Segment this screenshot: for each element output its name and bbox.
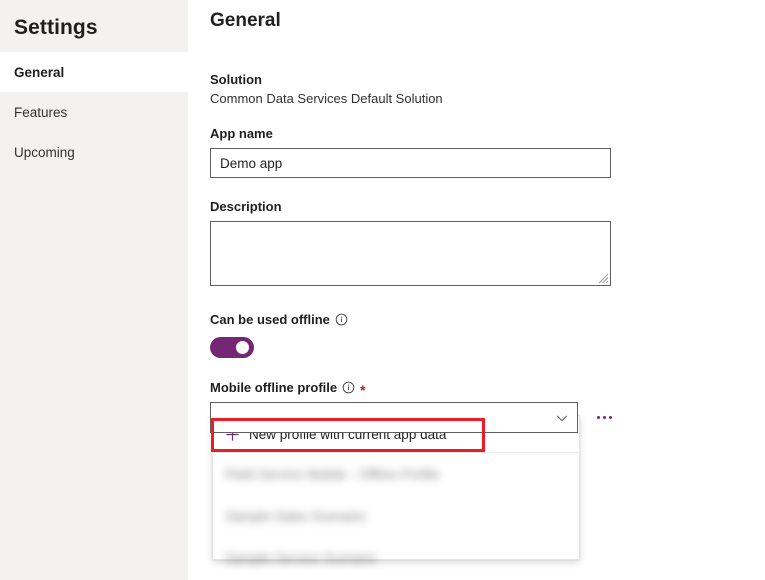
ellipsis-dot <box>603 416 606 419</box>
solution-value: Common Data Services Default Solution <box>210 91 765 106</box>
solution-field-group: Solution Common Data Services Default So… <box>210 72 765 106</box>
mobile-offline-profile-combo-row <box>210 402 765 433</box>
dropdown-item-label: Sample Service Scenario <box>225 551 377 566</box>
settings-page: Settings General Features Upcoming Gener… <box>0 0 765 580</box>
description-label-text: Description <box>210 199 282 214</box>
description-input-wrapper <box>210 221 611 286</box>
can-be-used-offline-label-text: Can be used offline <box>210 312 330 327</box>
can-be-used-offline-label: Can be used offline <box>210 312 765 327</box>
sidebar-item-label: Upcoming <box>14 145 75 160</box>
info-circle-icon[interactable] <box>342 381 355 394</box>
toggle-knob <box>236 341 249 354</box>
mobile-offline-profile-combobox[interactable] <box>210 402 578 433</box>
sidebar-nav: General Features Upcoming <box>0 52 188 172</box>
mobile-offline-profile-group: Mobile offline profile * <box>210 380 765 433</box>
description-label: Description <box>210 199 765 214</box>
page-title: General <box>210 8 765 34</box>
sidebar-item-label: Features <box>14 105 67 120</box>
can-be-used-offline-group: Can be used offline <box>210 312 765 358</box>
dropdown-item-option[interactable]: Sample Service Scenario <box>213 537 579 579</box>
can-be-used-offline-toggle[interactable] <box>210 337 254 358</box>
mobile-offline-profile-label: Mobile offline profile * <box>210 380 765 395</box>
more-options-button[interactable] <box>591 406 617 430</box>
settings-sidebar: Settings General Features Upcoming <box>0 0 188 580</box>
description-field-group: Description <box>210 199 765 286</box>
dropdown-item-option[interactable]: Sample Sales Scenario <box>213 495 579 537</box>
description-textarea[interactable] <box>210 221 611 286</box>
app-name-label: App name <box>210 126 765 141</box>
ellipsis-dot <box>597 416 600 419</box>
ellipsis-dot <box>609 416 612 419</box>
app-name-field-group: App name <box>210 126 765 178</box>
sidebar-title: Settings <box>0 0 188 42</box>
app-name-input[interactable] <box>210 148 611 178</box>
solution-label: Solution <box>210 72 765 87</box>
sidebar-item-label: General <box>14 65 64 80</box>
sidebar-item-upcoming[interactable]: Upcoming <box>0 132 188 172</box>
dropdown-item-label: Sample Sales Scenario <box>225 509 365 524</box>
chevron-down-icon <box>555 411 569 425</box>
sidebar-item-features[interactable]: Features <box>0 92 188 132</box>
info-circle-icon[interactable] <box>335 313 348 326</box>
dropdown-item-option[interactable]: Field Service Mobile - Offline Profile <box>213 453 579 495</box>
app-name-label-text: App name <box>210 126 273 141</box>
mobile-offline-profile-label-text: Mobile offline profile <box>210 380 337 395</box>
mobile-offline-profile-dropdown: New profile with current app data Field … <box>212 415 580 560</box>
solution-label-text: Solution <box>210 72 262 87</box>
required-asterisk: * <box>360 383 365 397</box>
dropdown-item-label: Field Service Mobile - Offline Profile <box>225 467 439 482</box>
sidebar-item-general[interactable]: General <box>0 52 188 92</box>
